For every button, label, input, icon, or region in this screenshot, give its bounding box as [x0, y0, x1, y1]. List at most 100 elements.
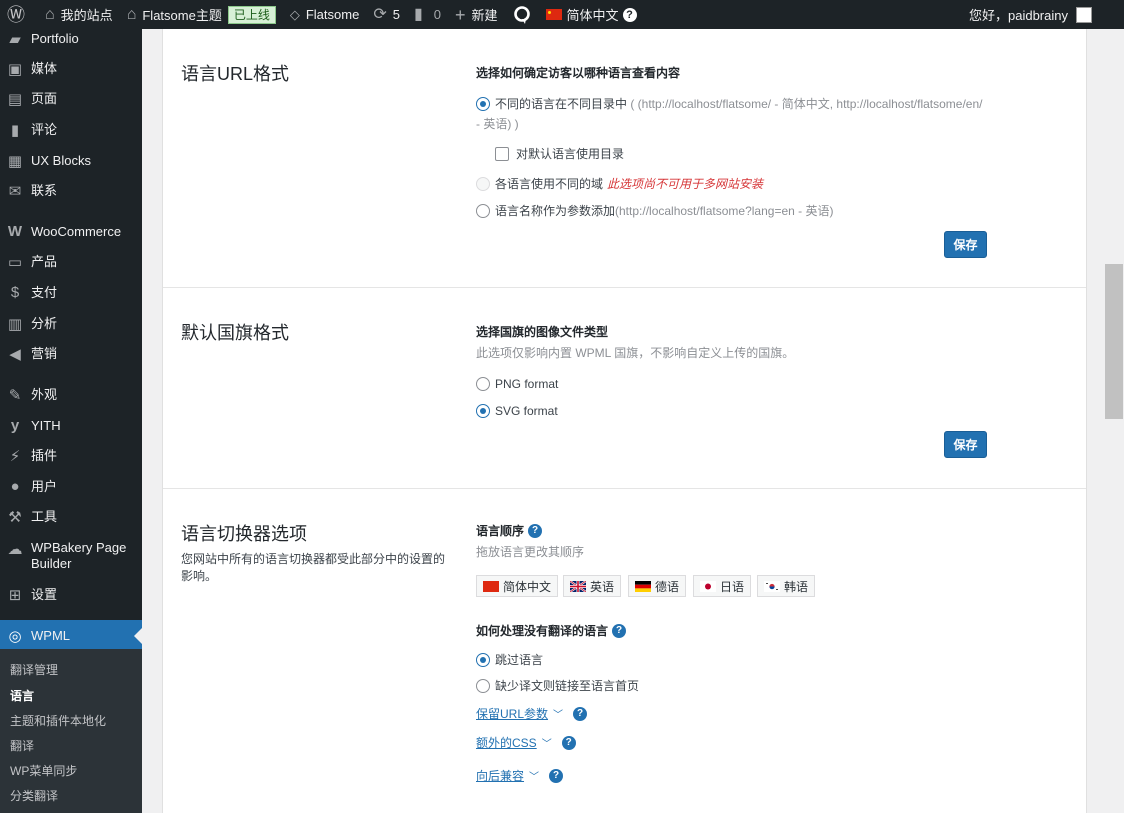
sidebar-item-wpbakery[interactable]: ☁ WPBakery Page Builder [0, 540, 142, 572]
sidebar-item-payments[interactable]: $ 支付 [0, 284, 142, 301]
language-chip-label: 简体中文 [503, 579, 552, 594]
directories-hint: ( (http://localhost/flatsome/ - 简体中文, ht… [627, 97, 983, 111]
save-url-format-button[interactable]: 保存 [944, 231, 987, 258]
parameter-radio[interactable] [476, 204, 490, 218]
flag-format-subtext: 此选项仅影响内置 WPML 国旗，不影响自定义上传的国旗。 [476, 346, 795, 360]
language-chip-ko[interactable]: 韩语 [757, 575, 816, 597]
help-icon[interactable]: ? [561, 735, 576, 750]
backward-compat-link[interactable]: 向后兼容 [476, 767, 524, 784]
home-icon: ⌂ [126, 5, 137, 23]
sidebar-item-media[interactable]: ▣ 媒体 [0, 60, 142, 78]
domains-warning: 此选项尚不可用于多网站安装 [607, 177, 764, 191]
page-scrollbar[interactable] [1104, 29, 1124, 813]
updates-link[interactable]: ⟳ 5 [366, 0, 407, 29]
default-lang-directory-option[interactable]: 对默认语言使用目录 [495, 145, 624, 163]
sidebar-item-wpml[interactable]: ◎ WPML [0, 620, 142, 651]
wpml-admin-button[interactable] [505, 0, 539, 29]
yith-icon: y [10, 417, 20, 434]
language-chip-de[interactable]: 德语 [628, 575, 687, 597]
help-icon[interactable]: ? [612, 623, 627, 638]
sidebar-item-products[interactable]: ▭ 产品 [0, 253, 142, 271]
language-order-heading: 语言顺序 ? [476, 522, 543, 539]
untranslated-option-skip[interactable]: 跳过语言 [476, 651, 543, 669]
new-content-link[interactable]: + 新建 [448, 0, 505, 29]
wpbakery-icon: ☁ [7, 541, 23, 558]
wordpress-logo-icon: Ⓦ [7, 4, 25, 25]
submenu-translations[interactable]: 翻译 [10, 737, 34, 754]
sidebar-item-contact[interactable]: ✉ 联系 [0, 182, 142, 200]
flag-option-svg[interactable]: SVG format [476, 402, 558, 420]
pages-icon: ▤ [7, 91, 23, 108]
default-lang-directory-checkbox[interactable] [495, 147, 509, 161]
submenu-wp-menu-sync[interactable]: WP菜单同步 [10, 762, 77, 779]
link-home-radio[interactable] [476, 679, 490, 693]
extra-css-link[interactable]: 额外的CSS [476, 734, 537, 751]
blocks-icon: ▦ [7, 153, 23, 170]
sidebar-item-appearance[interactable]: ✎ 外观 [0, 386, 142, 404]
sidebar-item-comments[interactable]: ▮ 评论 [0, 121, 142, 139]
sidebar-item-portfolio[interactable]: ▰ Portfolio [0, 30, 142, 48]
preserve-url-params-toggle[interactable]: 保留URL参数 ﹀ ? [476, 705, 588, 722]
sidebar-item-settings[interactable]: ⊞ 设置 [0, 586, 142, 604]
comments-icon: ▮ [10, 122, 20, 139]
sidebar-item-woocommerce[interactable]: W WooCommerce [0, 223, 142, 240]
untranslated-option-link-home[interactable]: 缺少译文则链接至语言首页 [476, 677, 639, 695]
theme-link[interactable]: ⌂ Flatsome主题 已上线 [120, 0, 283, 29]
tools-icon: ⚒ [8, 509, 22, 526]
preserve-url-params-link[interactable]: 保留URL参数 [476, 705, 548, 722]
comment-icon: ▮ [413, 5, 423, 23]
submenu-translation-management[interactable]: 翻译管理 [10, 661, 58, 678]
avatar[interactable] [1076, 6, 1092, 23]
switcher-description: 您网站中所有的语言切换器都受此部分中的设置的影响。 [181, 552, 446, 583]
domains-label: 各语言使用不同的域 [495, 177, 604, 191]
section-divider [163, 488, 1086, 489]
link-home-label: 缺少译文则链接至语言首页 [495, 679, 640, 693]
directories-radio[interactable] [476, 97, 490, 111]
save-flag-format-button[interactable]: 保存 [944, 431, 987, 458]
woocommerce-icon: W [7, 223, 23, 240]
sidebar-item-tools[interactable]: ⚒ 工具 [0, 508, 142, 526]
help-icon[interactable]: ? [549, 768, 564, 783]
scrollbar-thumb[interactable] [1105, 264, 1123, 419]
sidebar-item-ux-blocks[interactable]: ▦ UX Blocks [0, 152, 142, 170]
germany-flag-icon [635, 580, 651, 592]
sidebar-item-users[interactable]: ● 用户 [0, 478, 142, 495]
media-icon: ▣ [7, 61, 23, 78]
submenu-theme-plugin-localization[interactable]: 主题和插件本地化 [10, 712, 106, 729]
sidebar-item-plugins[interactable]: ⚡ 插件 [0, 447, 142, 465]
language-order-subtext: 拖放语言更改其顺序 [476, 545, 585, 559]
flatsome-menu[interactable]: ◇ Flatsome [283, 0, 366, 29]
help-icon[interactable]: ? [528, 523, 543, 538]
appearance-icon: ✎ [8, 387, 22, 404]
submenu-languages[interactable]: 语言 [10, 687, 34, 704]
language-chip-zh[interactable]: 简体中文 [476, 575, 559, 597]
language-chip-en[interactable]: 英语 [563, 575, 622, 597]
site-name-link[interactable]: ⌂ 我的站点 [38, 0, 120, 29]
language-switcher[interactable]: 简体中文 ? [539, 0, 644, 29]
png-radio[interactable] [476, 377, 490, 391]
wordpress-logo-button[interactable]: Ⓦ [0, 0, 38, 29]
sidebar-item-marketing[interactable]: ◀ 营销 [0, 345, 142, 363]
comments-link[interactable]: ▮ 0 [407, 0, 448, 29]
sidebar-item-yith[interactable]: y YITH [0, 417, 142, 434]
url-option-directories[interactable]: 不同的语言在不同目录中 ( (http://localhost/flatsome… [476, 95, 996, 113]
svg-radio[interactable] [476, 404, 490, 418]
backward-compat-toggle[interactable]: 向后兼容 ﹀ ? [476, 767, 564, 784]
payments-icon: $ [10, 284, 20, 301]
user-greeting[interactable]: 您好，paidbrainy [969, 5, 1068, 24]
comments-count: 0 [433, 7, 441, 22]
plus-icon: + [455, 4, 466, 25]
extra-css-toggle[interactable]: 额外的CSS ﹀ ? [476, 734, 576, 751]
default-lang-directory-label: 对默认语言使用目录 [516, 147, 625, 161]
language-chip-ja[interactable]: 日语 [693, 575, 752, 597]
language-chip-label: 韩语 [784, 579, 809, 594]
flag-option-png[interactable]: PNG format [476, 375, 558, 393]
skip-radio[interactable] [476, 653, 490, 667]
submenu-taxonomy-translation[interactable]: 分类翻译 [10, 787, 58, 804]
sidebar-item-pages[interactable]: ▤ 页面 [0, 90, 142, 108]
flatsome-label: Flatsome [305, 7, 360, 22]
admin-bar: Ⓦ ⌂ 我的站点 ⌂ Flatsome主题 已上线 ◇ Flatsome ⟳ 5… [0, 0, 1124, 29]
url-option-parameter[interactable]: 语言名称作为参数添加 (http://localhost/flatsome?la… [476, 202, 833, 220]
help-icon[interactable]: ? [573, 706, 588, 721]
sidebar-item-analytics[interactable]: ▥ 分析 [0, 315, 142, 333]
